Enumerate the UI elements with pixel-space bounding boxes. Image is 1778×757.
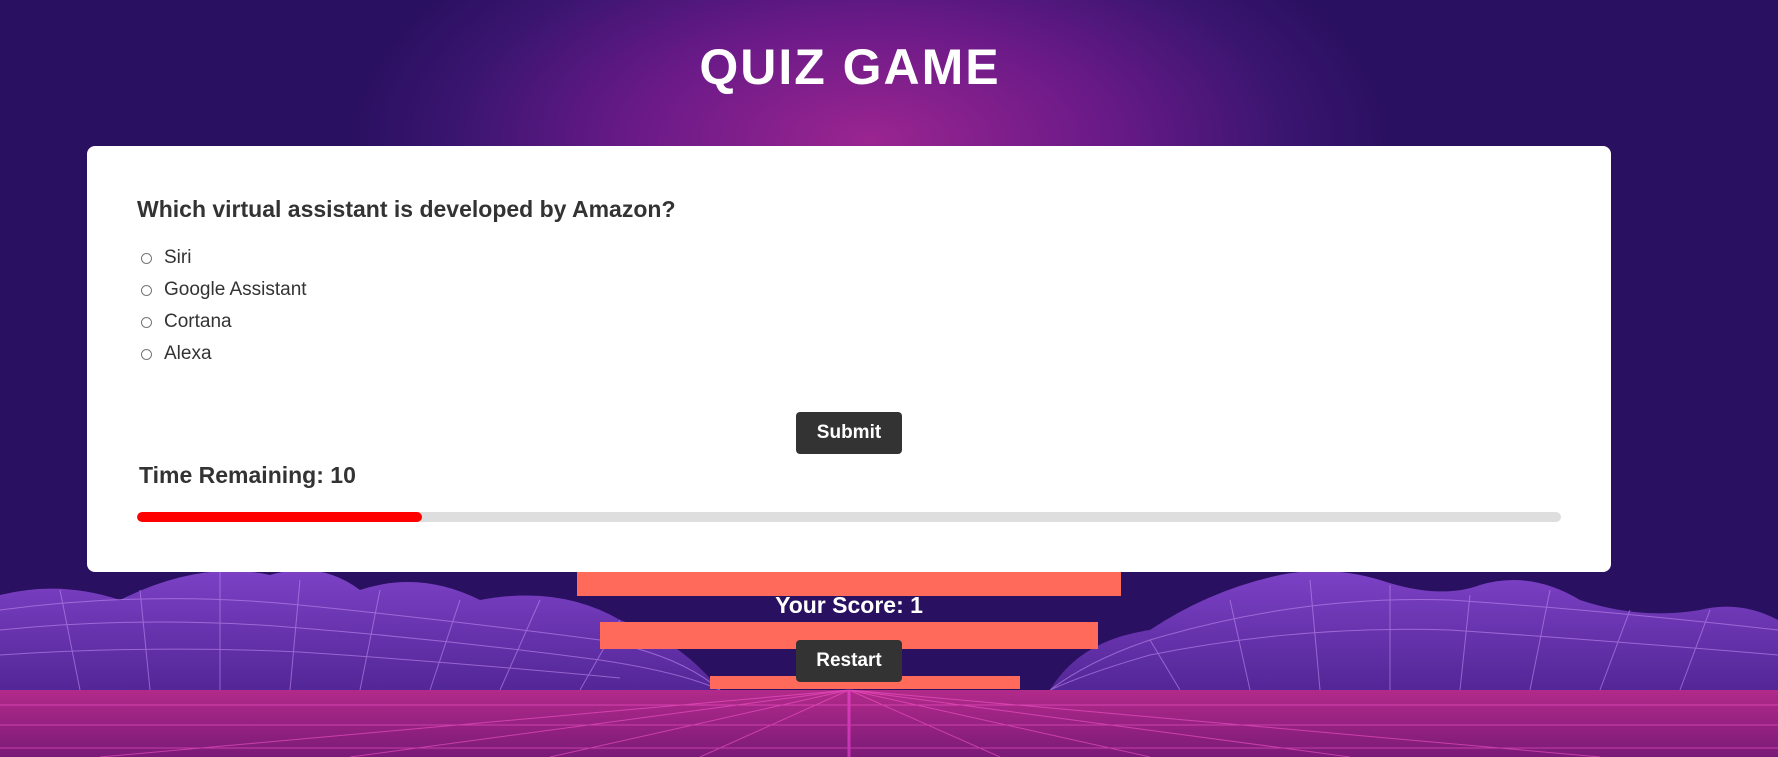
answer-option-alexa[interactable]: Alexa (141, 338, 307, 370)
answer-label: Cortana (164, 311, 232, 332)
answer-option-cortana[interactable]: Cortana (141, 306, 307, 338)
time-remaining-text: Time Remaining: 10 (139, 462, 356, 488)
radio-button[interactable] (141, 284, 152, 296)
radio-button[interactable] (141, 252, 152, 264)
timer-progress-bar (137, 512, 1561, 522)
score-text: Your Score: 1 (775, 592, 923, 618)
answer-label: Siri (164, 247, 192, 268)
radio-button[interactable] (141, 316, 152, 328)
page-title: QUIZ GAME (699, 39, 1001, 95)
question-text: Which virtual assistant is developed by … (137, 196, 676, 222)
restart-button[interactable]: Restart (796, 640, 902, 682)
answer-options: Siri Google Assistant Cortana Alexa (141, 242, 307, 370)
answer-label: Google Assistant (164, 279, 307, 300)
timer-progress-fill (137, 512, 422, 522)
submit-button[interactable]: Submit (796, 412, 902, 454)
answer-option-siri[interactable]: Siri (141, 242, 307, 274)
radio-button[interactable] (141, 348, 152, 360)
quiz-page: QUIZ GAME Which virtual assistant is dev… (0, 0, 1778, 757)
quiz-card: Which virtual assistant is developed by … (87, 146, 1611, 572)
answer-option-google-assistant[interactable]: Google Assistant (141, 274, 307, 306)
answer-label: Alexa (164, 343, 212, 364)
